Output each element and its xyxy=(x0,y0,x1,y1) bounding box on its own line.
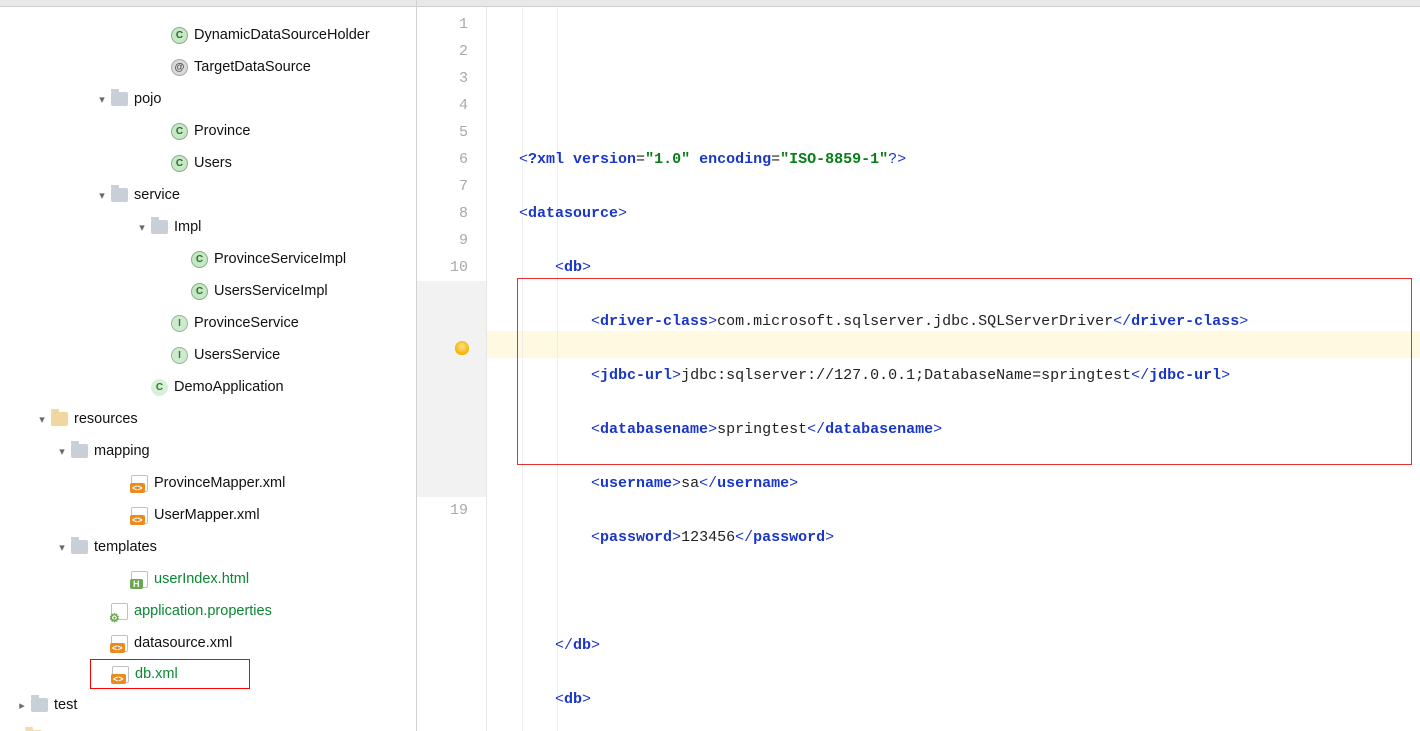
propsfile-icon xyxy=(111,603,128,620)
class-c-icon: C xyxy=(191,251,208,268)
folder-icon xyxy=(151,220,168,234)
code-line-9[interactable] xyxy=(519,578,1420,605)
folder-res-icon xyxy=(51,412,68,426)
code-line-10[interactable]: </db> xyxy=(519,632,1420,659)
tree-item-label: UsersService xyxy=(194,347,280,363)
class-c-icon: C xyxy=(171,155,188,172)
tree-item-label: TargetDataSource xyxy=(194,59,311,75)
expand-arrow-icon[interactable] xyxy=(135,220,149,234)
code-line-3[interactable]: <db> xyxy=(519,254,1420,281)
code-line-11[interactable]: <db> xyxy=(519,686,1420,713)
code-line-8[interactable]: <password>123456</password> xyxy=(519,524,1420,551)
tree-item-targetdatasource[interactable]: @ TargetDataSource xyxy=(0,51,416,83)
expand-arrow-icon[interactable] xyxy=(95,188,109,202)
current-line-highlight xyxy=(487,331,1420,358)
tree-item-label: UsersServiceImpl xyxy=(214,283,328,299)
tree-item-label: UserMapper.xml xyxy=(154,507,260,523)
tree-item-label: datasource.xml xyxy=(134,635,232,651)
code-line-2[interactable]: <datasource> xyxy=(519,200,1420,227)
expand-arrow-icon[interactable] xyxy=(55,540,69,554)
xmlfile-icon xyxy=(112,666,129,683)
tree-item-label: resources xyxy=(74,411,138,427)
folder-icon xyxy=(71,444,88,458)
code-line-4[interactable]: <driver-class>com.microsoft.sqlserver.jd… xyxy=(519,308,1420,335)
tree-item-label: pojo xyxy=(134,91,161,107)
tree-item-service[interactable]: service xyxy=(0,179,416,211)
tree-item-province[interactable]: C Province xyxy=(0,115,416,147)
tree-item-label: DynamicDataSourceHolder xyxy=(194,27,370,43)
tree-item-provincemapper-xml[interactable]: ProvinceMapper.xml xyxy=(0,467,416,499)
tree-item-label: application.properties xyxy=(134,603,272,619)
editor-tabstrip[interactable] xyxy=(417,0,1420,7)
editor-pane: 12345678910111213141516171819 <?xml vers… xyxy=(417,0,1420,731)
tree-item-target[interactable]: target xyxy=(0,721,416,731)
code-line-7[interactable]: <username>sa</username> xyxy=(519,470,1420,497)
xmlfile-icon xyxy=(131,507,148,524)
sidebar-tabstrip xyxy=(0,0,416,7)
tree-item-usersserviceimpl[interactable]: C UsersServiceImpl xyxy=(0,275,416,307)
tree-item-usermapper-xml[interactable]: UserMapper.xml xyxy=(0,499,416,531)
tree-item-userindex-html[interactable]: userIndex.html xyxy=(0,563,416,595)
ide-window: C DynamicDataSourceHolder @ TargetDataSourc… xyxy=(0,0,1420,731)
tree-item-label: db.xml xyxy=(135,666,178,682)
tree-item-application-properties[interactable]: application.properties xyxy=(0,595,416,627)
tree-item-datasource-xml[interactable]: datasource.xml xyxy=(0,627,416,659)
tree-item-mapping[interactable]: mapping xyxy=(0,435,416,467)
class-c-icon: C xyxy=(171,123,188,140)
class-c-icon: C xyxy=(171,27,188,44)
tree-item-label: Users xyxy=(194,155,232,171)
class-c-icon: C xyxy=(191,283,208,300)
interface-i-icon: I xyxy=(171,347,188,364)
code-line-6[interactable]: <databasename>springtest</databasename> xyxy=(519,416,1420,443)
folder-icon xyxy=(111,92,128,106)
expand-arrow-icon[interactable] xyxy=(95,92,109,106)
tree-item-label: test xyxy=(54,697,77,713)
interface-i-icon: I xyxy=(171,315,188,332)
tree-item-label: DemoApplication xyxy=(174,379,284,395)
code-area[interactable]: <?xml version="1.0" encoding="ISO-8859-1… xyxy=(487,7,1420,731)
tree-item-label: Province xyxy=(194,123,250,139)
tree-item-users[interactable]: C Users xyxy=(0,147,416,179)
tree-item-demoapplication[interactable]: C DemoApplication xyxy=(0,371,416,403)
tree-item-label: ProvinceServiceImpl xyxy=(214,251,346,267)
expand-arrow-icon[interactable] xyxy=(55,444,69,458)
line-number-gutter: 12345678910111213141516171819 xyxy=(417,7,487,731)
tree-item-provinceserviceimpl[interactable]: C ProvinceServiceImpl xyxy=(0,243,416,275)
project-tree[interactable]: C DynamicDataSourceHolder @ TargetDataSourc… xyxy=(0,7,416,731)
intention-bulb-icon[interactable] xyxy=(455,341,469,355)
spring-s-icon: C xyxy=(151,379,168,396)
tree-item-label: userIndex.html xyxy=(154,571,249,587)
tree-item-db-xml[interactable]: db.xml xyxy=(90,659,250,689)
tree-item-test[interactable]: test xyxy=(0,689,416,721)
folder-icon xyxy=(71,540,88,554)
folder-icon xyxy=(31,698,48,712)
project-tree-pane[interactable]: C DynamicDataSourceHolder @ TargetDataSourc… xyxy=(0,0,417,731)
folder-icon xyxy=(111,188,128,202)
xmlfile-icon xyxy=(131,475,148,492)
code-line-5[interactable]: <jdbc-url>jdbc:sqlserver://127.0.0.1;Dat… xyxy=(519,362,1420,389)
expand-arrow-icon[interactable] xyxy=(15,698,29,712)
tree-item-label: service xyxy=(134,187,180,203)
xmlfile-icon xyxy=(111,635,128,652)
tree-item-label: ProvinceService xyxy=(194,315,299,331)
tree-item-label: templates xyxy=(94,539,157,555)
htmlfile-icon xyxy=(131,571,148,588)
code-editor[interactable]: 12345678910111213141516171819 <?xml vers… xyxy=(417,7,1420,731)
tree-item-label: Impl xyxy=(174,219,201,235)
tree-item-templates[interactable]: templates xyxy=(0,531,416,563)
tree-item-impl[interactable]: Impl xyxy=(0,211,416,243)
tree-item-usersservice[interactable]: I UsersService xyxy=(0,339,416,371)
tree-item-dynamicdatasourceholder[interactable]: C DynamicDataSourceHolder xyxy=(0,19,416,51)
code-line-1[interactable]: <?xml version="1.0" encoding="ISO-8859-1… xyxy=(519,146,1420,173)
tree-item-provinceservice[interactable]: I ProvinceService xyxy=(0,307,416,339)
tree-item-pojo[interactable]: pojo xyxy=(0,83,416,115)
class-a-icon: @ xyxy=(171,59,188,76)
tree-item-label: ProvinceMapper.xml xyxy=(154,475,285,491)
tree-item-resources[interactable]: resources xyxy=(0,403,416,435)
expand-arrow-icon[interactable] xyxy=(35,412,49,426)
tree-item-label: mapping xyxy=(94,443,150,459)
